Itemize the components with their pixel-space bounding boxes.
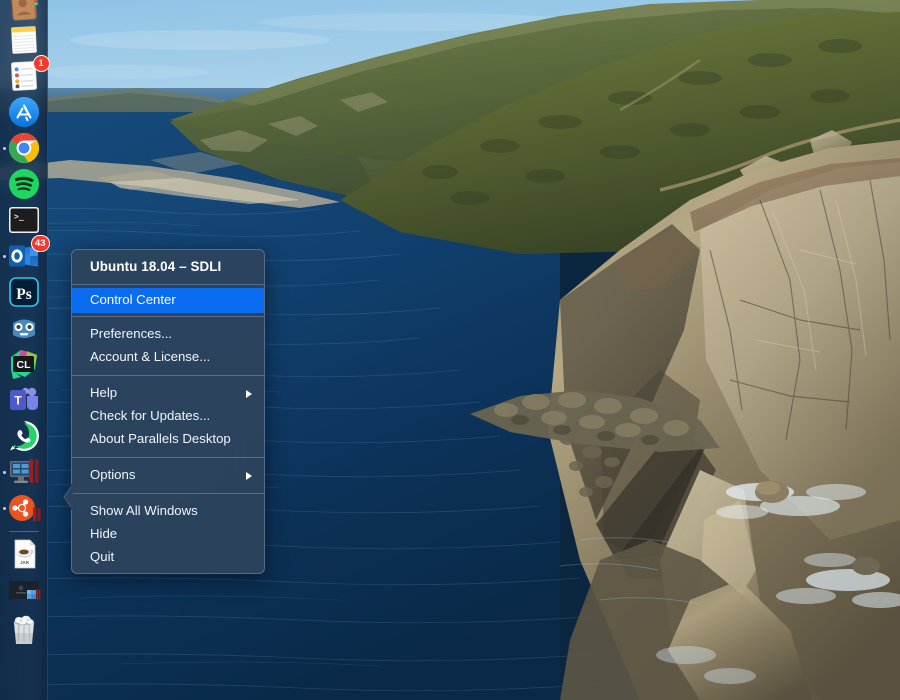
- menu-item-label: Help: [90, 385, 118, 400]
- desktop[interactable]: 1 >_ 43 Ps CL T JAR Ubuntu 18.04 – SDLI …: [0, 0, 900, 700]
- menu-item-label: Account & License...: [90, 349, 211, 364]
- parallels-ubuntu-icon: [7, 491, 41, 525]
- menu-item-label: Control Center: [90, 292, 176, 307]
- trash-icon: [6, 611, 42, 647]
- running-indicator-dot: [2, 254, 6, 258]
- dock-item-photoshop[interactable]: Ps: [2, 274, 46, 310]
- menu-separator: [72, 316, 264, 317]
- dock-item-outlook[interactable]: 43: [2, 235, 50, 274]
- menu-item-label: Preferences...: [90, 326, 173, 341]
- dock-item-trash[interactable]: [2, 608, 46, 650]
- menu-item-about-parallels-desktop[interactable]: About Parallels Desktop: [72, 428, 264, 451]
- menu-item-label: Hide: [90, 526, 118, 541]
- menu-item-check-for-updates[interactable]: Check for Updates...: [72, 405, 264, 428]
- menu-item-control-center[interactable]: Control Center: [72, 288, 264, 313]
- notes-icon: [7, 23, 41, 57]
- dock-item-jar-file[interactable]: JAR: [2, 536, 46, 572]
- chrome-icon: [7, 131, 41, 165]
- menu-item-hide[interactable]: Hide: [72, 523, 264, 546]
- godot-icon: [7, 311, 41, 345]
- dock-item-parallels-ubuntu-vm[interactable]: [2, 490, 46, 526]
- svg-text:>_: >_: [14, 212, 24, 221]
- dock-item-reminders[interactable]: 1: [2, 55, 50, 94]
- parallels-dock-context-menu[interactable]: Ubuntu 18.04 – SDLI Control Center Prefe…: [63, 249, 265, 574]
- dock-item-microsoft-teams[interactable]: T: [2, 382, 46, 418]
- app-store-icon: [7, 95, 41, 129]
- clion-icon: CL: [7, 347, 41, 381]
- menu-item-quit[interactable]: Quit: [72, 546, 264, 569]
- dock-item-whatsapp[interactable]: [2, 418, 46, 454]
- dock-item-app-store[interactable]: [2, 94, 46, 130]
- running-indicator-dot: [2, 146, 6, 150]
- running-indicator-dot: [2, 506, 6, 510]
- teams-icon: T: [7, 383, 41, 417]
- spotify-icon: [7, 167, 41, 201]
- submenu-arrow-icon: [246, 389, 252, 398]
- svg-text:Ps: Ps: [16, 286, 32, 303]
- menu-separator: [72, 284, 264, 285]
- menu-item-label: About Parallels Desktop: [90, 431, 231, 446]
- macos-dock[interactable]: 1 >_ 43 Ps CL T JAR: [0, 0, 50, 700]
- terminal-icon: >_: [7, 203, 41, 237]
- photoshop-icon: Ps: [7, 275, 41, 309]
- dock-item-clion[interactable]: CL: [2, 346, 46, 382]
- dock-item-godot[interactable]: [2, 310, 46, 346]
- running-indicator-dot: [2, 470, 6, 474]
- outlook-badge: 43: [30, 235, 50, 252]
- parallels-windows-icon: [7, 455, 41, 489]
- menu-separator: [72, 493, 264, 494]
- submenu-arrow-icon: [246, 471, 252, 480]
- menu-item-preferences[interactable]: Preferences...: [72, 323, 264, 346]
- menu-item-show-all-windows[interactable]: Show All Windows: [72, 500, 264, 523]
- jar-document-icon: JAR: [7, 537, 41, 571]
- menu-separator: [72, 375, 264, 376]
- menu-item-label: Show All Windows: [90, 503, 198, 518]
- dock-item-terminal[interactable]: >_: [2, 202, 46, 238]
- svg-text:JAR: JAR: [20, 560, 30, 565]
- dock-item-screenshot-file[interactable]: [2, 572, 46, 608]
- reminders-badge: 1: [32, 55, 50, 72]
- dock-item-contacts[interactable]: [2, 0, 46, 22]
- dock-separator: [8, 531, 39, 532]
- menu-item-label: Quit: [90, 549, 115, 564]
- dock-item-notes[interactable]: [2, 22, 46, 58]
- screenshot-thumbnail-icon: [7, 573, 41, 607]
- dock-item-parallels-windows-vm[interactable]: [2, 454, 46, 490]
- menu-item-account-and-license[interactable]: Account & License...: [72, 346, 264, 369]
- menu-item-options[interactable]: Options: [72, 464, 264, 487]
- svg-text:CL: CL: [16, 359, 31, 371]
- whatsapp-icon: [7, 419, 41, 453]
- menu-pointer-tail: [63, 484, 73, 510]
- menu-item-label: Check for Updates...: [90, 408, 211, 423]
- dock-item-google-chrome[interactable]: [2, 130, 46, 166]
- dock-item-spotify[interactable]: [2, 166, 46, 202]
- menu-separator: [72, 457, 264, 458]
- contacts-icon: [7, 0, 41, 24]
- menu-item-label: Options: [90, 467, 136, 482]
- svg-text:T: T: [14, 394, 22, 408]
- menu-item-help[interactable]: Help: [72, 382, 264, 405]
- menu-header-title: Ubuntu 18.04 – SDLI: [90, 259, 222, 274]
